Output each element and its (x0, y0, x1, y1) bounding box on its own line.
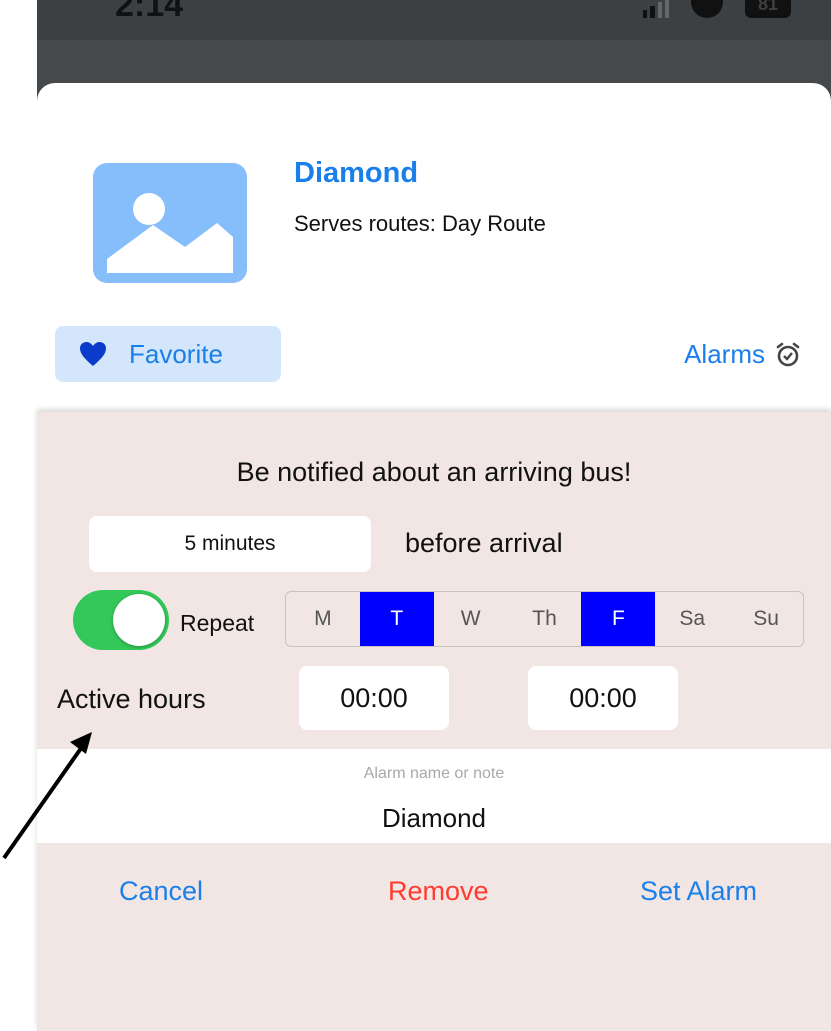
image-placeholder-icon (93, 163, 247, 283)
remove-button[interactable]: Remove (388, 876, 489, 907)
status-time: 2:14 (115, 0, 184, 24)
alarm-clock-icon (776, 342, 800, 366)
day-sunday[interactable]: Su (729, 592, 803, 646)
wifi-icon (691, 0, 723, 18)
alarms-button[interactable]: Alarms (684, 339, 801, 370)
alarm-heading: Be notified about an arriving bus! (236, 457, 632, 487)
favorite-label: Favorite (129, 338, 223, 369)
note-value[interactable]: Diamond (37, 803, 831, 834)
stop-card: Diamond Serves routes: Day Route Favorit… (37, 83, 831, 413)
day-wednesday[interactable]: W (434, 592, 508, 646)
day-friday[interactable]: F (581, 592, 656, 646)
set-alarm-button[interactable]: Set Alarm (640, 876, 757, 907)
status-icons: 81 (643, 0, 791, 24)
stop-routes: Serves routes: Day Route (294, 211, 546, 236)
annotation-arrow (2, 732, 92, 860)
minutes-picker[interactable]: 5 minutes (89, 516, 371, 572)
end-time-picker[interactable]: 00:00 (528, 666, 678, 730)
heart-icon (80, 342, 106, 366)
day-monday[interactable]: M (286, 592, 360, 646)
repeat-label: Repeat (180, 610, 255, 636)
day-selector: M T W Th F Sa Su (285, 591, 804, 647)
alarms-label: Alarms (684, 339, 765, 369)
note-placeholder: Alarm name or note (363, 765, 505, 782)
favorite-button[interactable]: Favorite (55, 326, 281, 382)
day-saturday[interactable]: Sa (655, 592, 729, 646)
alarm-panel: Be notified about an arriving bus! 5 min… (37, 412, 831, 1031)
before-arrival-label: before arrival (405, 528, 563, 558)
battery-indicator: 81 (745, 0, 791, 18)
day-tuesday[interactable]: T (359, 592, 434, 646)
start-time-picker[interactable]: 00:00 (299, 666, 449, 730)
repeat-toggle[interactable] (73, 590, 169, 650)
note-field[interactable]: Alarm name or note Diamond (37, 749, 831, 843)
cancel-button[interactable]: Cancel (119, 876, 203, 907)
signal-icon (643, 0, 669, 18)
day-thursday[interactable]: Th (508, 592, 582, 646)
active-hours-label: Active hours (57, 684, 206, 714)
stop-name: Diamond (294, 157, 419, 189)
